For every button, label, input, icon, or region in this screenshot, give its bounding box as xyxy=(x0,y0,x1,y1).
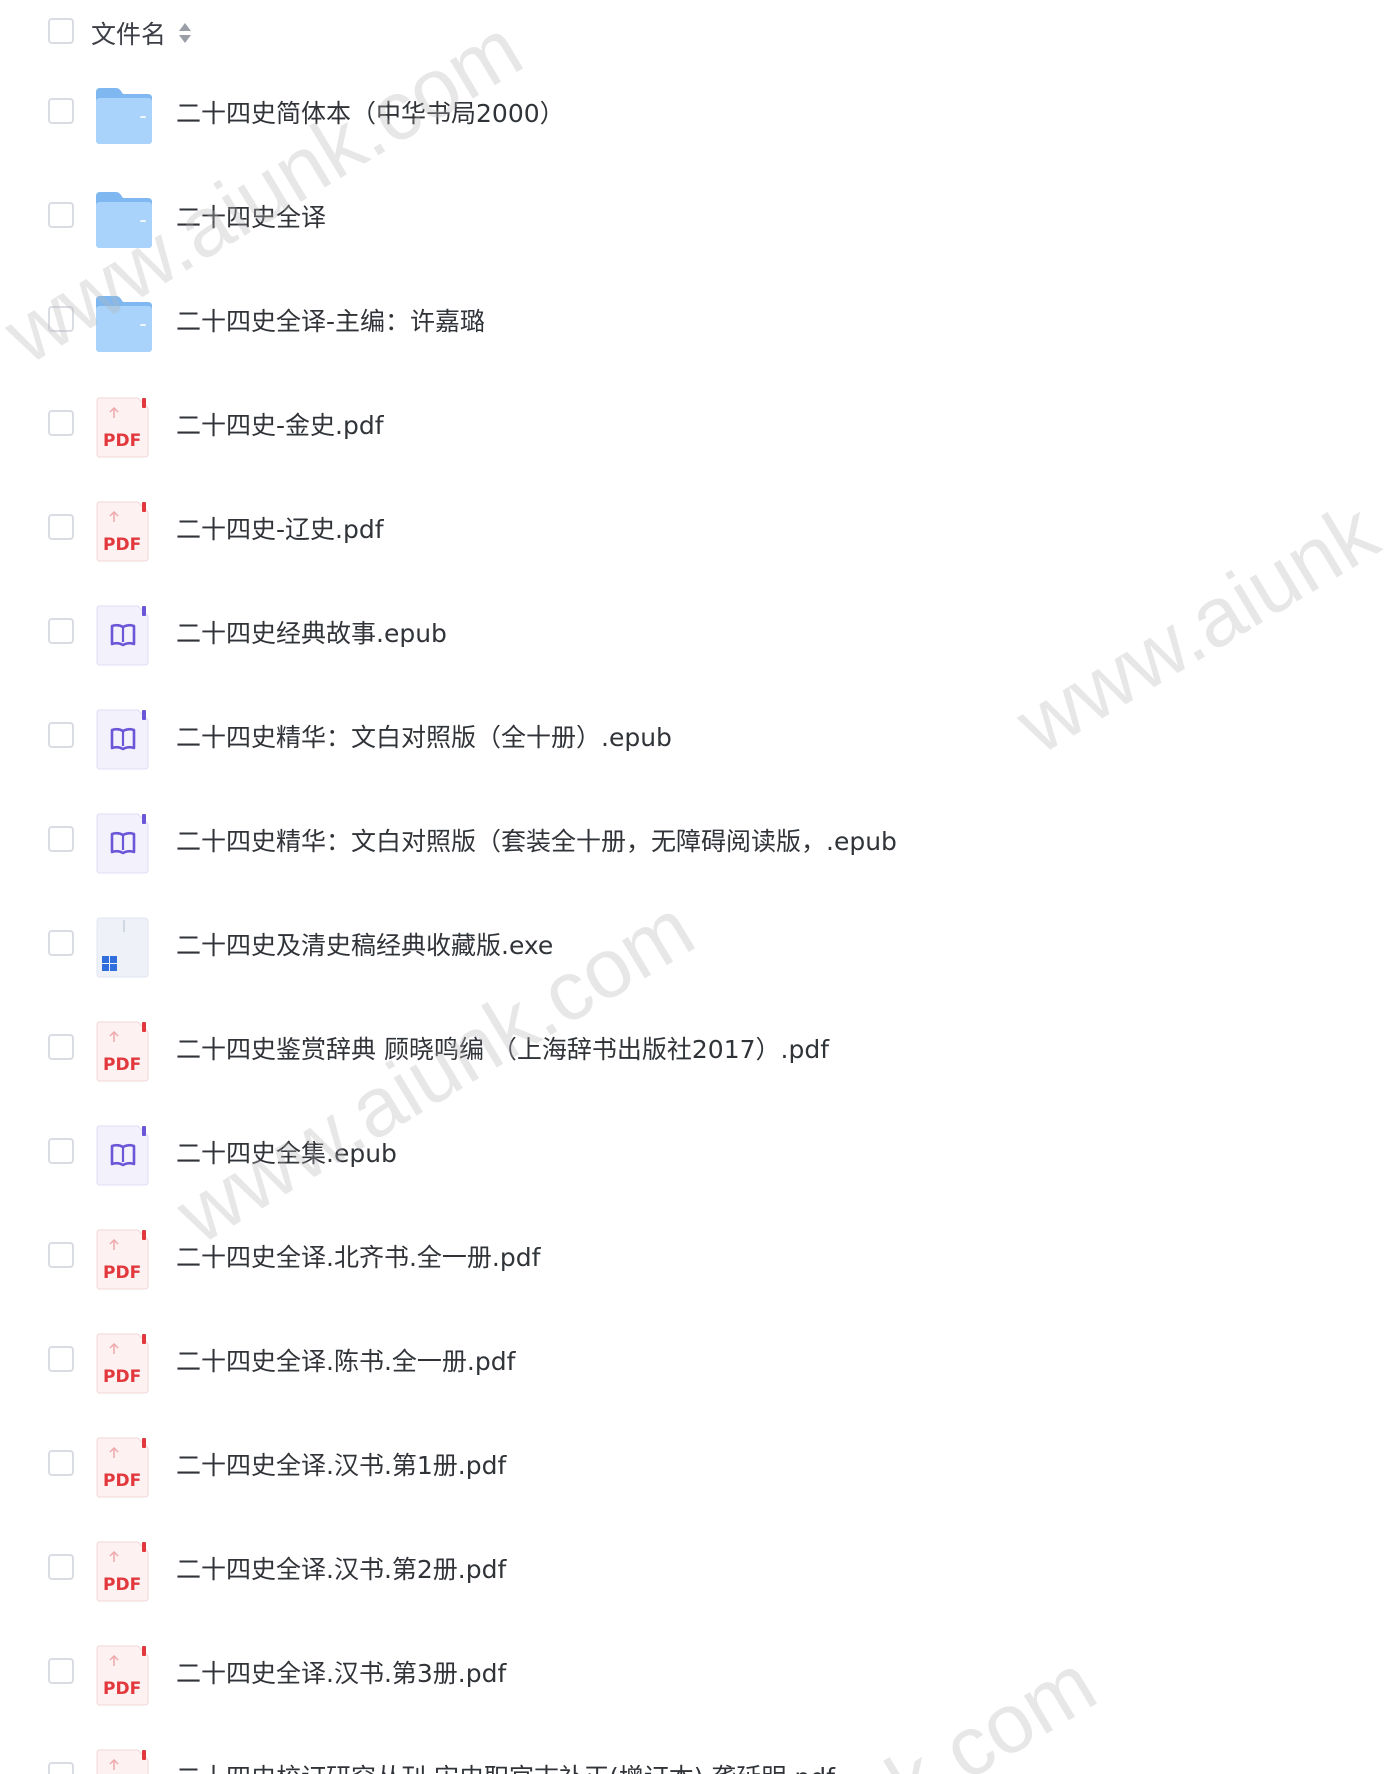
row-checkbox[interactable] xyxy=(48,410,74,436)
file-row[interactable]: 二十四史及清史稿经典收藏版.exe xyxy=(0,898,1384,1002)
file-name[interactable]: 二十四史及清史稿经典收藏版.exe xyxy=(176,898,553,994)
file-row[interactable]: PDF 二十四史全译.陈书.全一册.pdf xyxy=(0,1314,1384,1418)
epub-book-icon xyxy=(94,604,154,666)
file-row[interactable]: 二十四史精华：文白对照版（全十册）.epub xyxy=(0,690,1384,794)
file-name[interactable]: 二十四史简体本（中华书局2000） xyxy=(176,66,565,162)
file-name[interactable]: 二十四史全译-主编：许嘉璐 xyxy=(176,274,485,370)
file-row[interactable]: 二十四史精华：文白对照版（套装全十册，无障碍阅读版，.epub xyxy=(0,794,1384,898)
filename-column-header[interactable]: 文件名 xyxy=(91,15,166,51)
pdf-file-icon: PDF xyxy=(94,1644,154,1706)
row-checkbox[interactable] xyxy=(48,98,74,124)
file-name[interactable]: 二十四史校订研究丛刊·宋史职官志补正(增订本)·龚延明.pdf xyxy=(176,1730,835,1774)
file-name[interactable]: 二十四史全译.陈书.全一册.pdf xyxy=(176,1314,515,1410)
pdf-file-icon: PDF xyxy=(94,1540,154,1602)
folder-icon xyxy=(94,188,154,250)
file-row[interactable]: PDF 二十四史全译.汉书.第2册.pdf xyxy=(0,1522,1384,1626)
pdf-label: PDF xyxy=(103,1471,141,1491)
file-list-header: 文件名 xyxy=(0,0,1384,66)
file-row[interactable]: PDF 二十四史全译.汉书.第3册.pdf xyxy=(0,1626,1384,1730)
file-row[interactable]: PDF 二十四史全译.汉书.第1册.pdf xyxy=(0,1418,1384,1522)
select-all-checkbox[interactable] xyxy=(48,18,74,44)
file-row[interactable]: 二十四史全译 xyxy=(0,170,1384,274)
file-name[interactable]: 二十四史全译.汉书.第3册.pdf xyxy=(176,1626,506,1722)
file-row[interactable]: 二十四史简体本（中华书局2000） xyxy=(0,66,1384,170)
file-name[interactable]: 二十四史全译.汉书.第2册.pdf xyxy=(176,1522,506,1618)
row-checkbox[interactable] xyxy=(48,1346,74,1372)
row-checkbox[interactable] xyxy=(48,1658,74,1684)
row-checkbox[interactable] xyxy=(48,306,74,332)
pdf-file-icon: PDF xyxy=(94,1332,154,1394)
file-name[interactable]: 二十四史-金史.pdf xyxy=(176,378,384,474)
pdf-file-icon: PDF xyxy=(94,1748,154,1774)
file-name[interactable]: 二十四史精华：文白对照版（套装全十册，无障碍阅读版，.epub xyxy=(176,794,897,890)
file-row[interactable]: PDF 二十四史-金史.pdf xyxy=(0,378,1384,482)
pdf-label: PDF xyxy=(103,431,141,451)
folder-icon xyxy=(94,84,154,146)
pdf-label: PDF xyxy=(103,1367,141,1387)
row-checkbox[interactable] xyxy=(48,722,74,748)
file-name[interactable]: 二十四史鉴赏辞典 顾晓鸣编 （上海辞书出版社2017）.pdf xyxy=(176,1002,829,1098)
file-row[interactable]: PDF 二十四史全译.北齐书.全一册.pdf xyxy=(0,1210,1384,1314)
pdf-file-icon: PDF xyxy=(94,500,154,562)
file-row[interactable]: PDF 二十四史校订研究丛刊·宋史职官志补正(增订本)·龚延明.pdf xyxy=(0,1730,1384,1774)
row-checkbox[interactable] xyxy=(48,1034,74,1060)
file-name[interactable]: 二十四史全译.北齐书.全一册.pdf xyxy=(176,1210,540,1306)
file-name[interactable]: 二十四史全集.epub xyxy=(176,1106,397,1202)
file-name[interactable]: 二十四史-辽史.pdf xyxy=(176,482,384,578)
pdf-file-icon: PDF xyxy=(94,1020,154,1082)
file-row[interactable]: PDF 二十四史鉴赏辞典 顾晓鸣编 （上海辞书出版社2017）.pdf xyxy=(0,1002,1384,1106)
pdf-file-icon: PDF xyxy=(94,396,154,458)
row-checkbox[interactable] xyxy=(48,1450,74,1476)
file-name[interactable]: 二十四史精华：文白对照版（全十册）.epub xyxy=(176,690,672,786)
row-checkbox[interactable] xyxy=(48,930,74,956)
file-name[interactable]: 二十四史经典故事.epub xyxy=(176,586,447,682)
row-checkbox[interactable] xyxy=(48,1762,74,1774)
row-checkbox[interactable] xyxy=(48,1554,74,1580)
file-row[interactable]: 二十四史全译-主编：许嘉璐 xyxy=(0,274,1384,378)
pdf-label: PDF xyxy=(103,1055,141,1075)
pdf-label: PDF xyxy=(103,1575,141,1595)
file-row[interactable]: 二十四史经典故事.epub xyxy=(0,586,1384,690)
file-name[interactable]: 二十四史全译 xyxy=(176,170,326,266)
file-row[interactable]: PDF 二十四史-辽史.pdf xyxy=(0,482,1384,586)
pdf-label: PDF xyxy=(103,1263,141,1283)
file-row[interactable]: 二十四史全集.epub xyxy=(0,1106,1384,1210)
row-checkbox[interactable] xyxy=(48,826,74,852)
exe-windows-icon xyxy=(94,916,154,978)
pdf-file-icon: PDF xyxy=(94,1436,154,1498)
pdf-label: PDF xyxy=(103,1679,141,1699)
row-checkbox[interactable] xyxy=(48,202,74,228)
file-list: 二十四史简体本（中华书局2000） 二十四史全译 二十四史全译-主编：许嘉璐 PDF 二… xyxy=(0,66,1384,1774)
row-checkbox[interactable] xyxy=(48,1242,74,1268)
sort-arrows-icon[interactable] xyxy=(178,20,192,46)
pdf-file-icon: PDF xyxy=(94,1228,154,1290)
row-checkbox[interactable] xyxy=(48,1138,74,1164)
file-browser-page: 文件名 二十四史简体本（中华书局2000） 二十四史全译 二十四史全译-主编：许嘉璐… xyxy=(0,0,1384,1774)
epub-book-icon xyxy=(94,708,154,770)
folder-icon xyxy=(94,292,154,354)
epub-book-icon xyxy=(94,1124,154,1186)
pdf-label: PDF xyxy=(103,535,141,555)
epub-book-icon xyxy=(94,812,154,874)
file-name[interactable]: 二十四史全译.汉书.第1册.pdf xyxy=(176,1418,506,1514)
row-checkbox[interactable] xyxy=(48,514,74,540)
row-checkbox[interactable] xyxy=(48,618,74,644)
